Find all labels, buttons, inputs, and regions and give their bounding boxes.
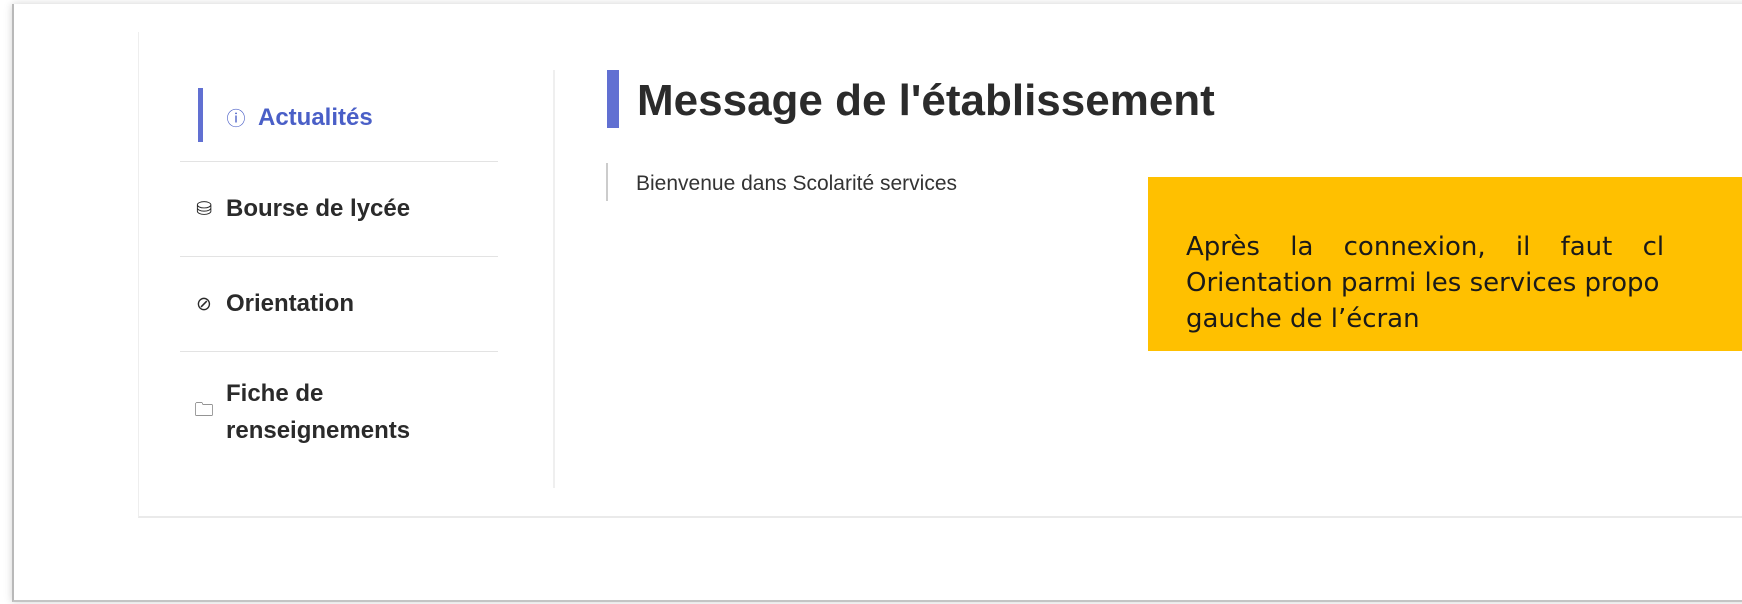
callout-line: gauche de l’écran	[1186, 304, 1420, 334]
establishment-message: Bienvenue dans Scolarité services	[636, 172, 958, 195]
active-indicator	[198, 88, 203, 142]
callout-line: Orientation parmi les services propo	[1186, 268, 1660, 298]
sidebar-nav: ⓘ Actualités ⛁ Bourse de lycée ⊘ Orienta…	[180, 74, 498, 472]
callout-line: Après la connexion, il faut cl	[1186, 232, 1665, 262]
sidebar-item-label: Bourse de lycée	[226, 195, 411, 222]
sidebar-item-actualites[interactable]: ⓘ Actualités	[180, 74, 498, 162]
sidebar-item-bourse-de-lycee[interactable]: ⛁ Bourse de lycée	[180, 162, 498, 257]
message-accent-line	[606, 163, 608, 201]
sidebar-divider	[553, 70, 555, 488]
compass-icon: ⊘	[196, 293, 212, 315]
sidebar-item-orientation[interactable]: ⊘ Orientation	[180, 257, 498, 352]
title-accent-bar	[607, 70, 619, 128]
info-circle-icon: ⓘ	[226, 109, 246, 130]
sidebar-item-label: Orientation	[226, 290, 355, 317]
sidebar-item-fiche-de-renseignements[interactable]: 🗀 Fiche de renseignements	[180, 352, 498, 472]
document-icon: 🗀	[194, 400, 214, 421]
instruction-callout: Après la connexion, il faut cl Orientati…	[1148, 177, 1742, 351]
sidebar-item-label: Fiche de renseignements	[226, 380, 411, 444]
page-title: Message de l'établissement	[637, 76, 1215, 125]
scholarship-icon: ⛁	[196, 198, 212, 220]
sidebar-item-label: Actualités	[258, 103, 373, 131]
